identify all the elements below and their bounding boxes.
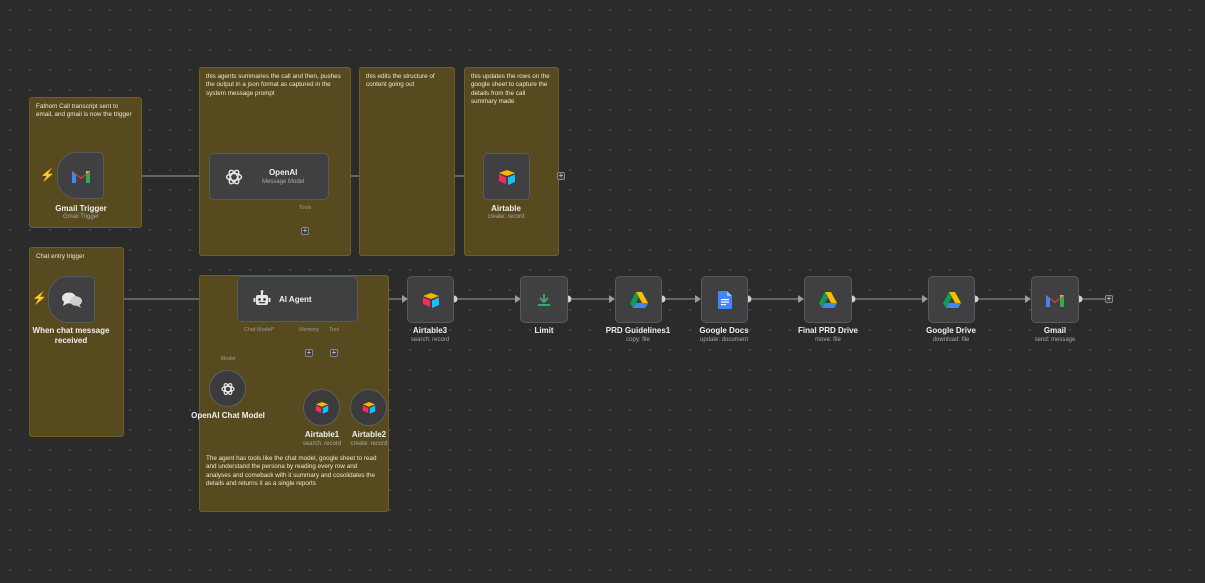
google-docs-subtitle: update: document [699,337,749,343]
airtable2-title: Airtable2 [351,430,387,439]
airtable2-subtitle: create: record [350,441,388,447]
lightning-bolt-icon: ⚡ [40,168,55,182]
chat-model-port-label: Chat Model* [243,327,275,333]
connections-layer [91,172,1106,393]
final-prd-drive-node[interactable] [804,276,852,323]
openai-icon [220,382,235,395]
add-tool-button[interactable]: + [301,227,309,235]
add-tool-button[interactable]: + [330,349,338,357]
airtable-icon [422,292,439,308]
openai-tools-label: Tools [298,205,312,211]
openai-chat-model-title: OpenAI Chat Model [191,411,265,420]
google-drive-icon [942,291,961,308]
gmail-icon [1046,294,1064,307]
lightning-bolt-icon: ⚡ [32,291,47,305]
note-text: The agent has tools like the chat model,… [206,455,377,488]
add-memory-button[interactable]: + [305,349,313,357]
sticky-note-edits[interactable]: this edits the structure of content goin… [359,67,455,256]
openai-title: OpenAI [268,168,298,177]
airtable3-subtitle: search: record [410,337,450,343]
airtable-node[interactable] [483,153,530,200]
gmail-subtitle: send: message [1034,337,1076,343]
ai-agent-title: AI Agent [279,294,312,304]
airtable1-node[interactable] [303,389,340,426]
google-drive-node[interactable] [928,276,975,323]
prd-guidelines-title: PRD Guidelines1 [605,326,671,335]
prd-guidelines-subtitle: copy: file [626,337,650,343]
airtable-icon [362,402,375,414]
prd-guidelines-node[interactable] [615,276,662,323]
model-port-label: Model [220,356,236,362]
robot-icon [253,290,271,305]
gmail-trigger-node[interactable] [57,152,104,199]
add-node-button[interactable]: + [557,172,565,180]
gmail-icon [71,170,90,183]
google-docs-icon [717,290,732,309]
note-text: Fathom Call transcript sent to email, an… [36,103,132,119]
google-drive-subtitle: download: file [932,337,970,343]
gmail-trigger-subtitle: Gmail Trigger [62,214,100,220]
openai-subtitle: Message Model [262,179,305,185]
limit-node[interactable] [520,276,568,323]
final-prd-drive-subtitle: move: file [815,337,841,343]
google-drive-title: Google Drive [926,326,976,335]
tool-port-label: Tool [328,327,340,333]
limit-title: Limit [534,326,554,335]
memory-port-label: Memory [299,327,319,333]
airtable-icon [498,169,515,185]
add-node-button[interactable]: + [1105,295,1113,303]
google-docs-title: Google Docs [699,326,749,335]
gmail-title: Gmail [1043,326,1067,335]
openai-node[interactable]: OpenAI Message Model [209,153,329,200]
openai-chat-model-node[interactable] [209,370,246,407]
chat-trigger-node[interactable] [48,276,95,323]
gmail-trigger-title: Gmail Trigger [55,204,107,213]
chat-bubbles-icon [61,292,82,308]
airtable-icon [315,402,328,414]
note-text: this edits the structure of content goin… [366,73,435,89]
airtable3-title: Airtable3 [412,326,448,335]
airtable2-node[interactable] [350,389,387,426]
note-text: this agents summaries the call and then,… [206,73,341,97]
airtable1-title: Airtable1 [304,430,340,439]
airtable3-node[interactable] [407,276,454,323]
gmail-node[interactable] [1031,276,1079,323]
airtable1-subtitle: search: record [302,441,342,447]
google-docs-node[interactable] [701,276,748,323]
note-text: this updates the rows on the google shee… [471,73,550,106]
airtable-title: Airtable [491,204,521,213]
airtable-subtitle: create: record [487,214,525,220]
limit-icon [538,293,550,306]
openai-icon [225,169,243,184]
chat-trigger-title: When chat message received [32,326,110,345]
final-prd-drive-title: Final PRD Drive [797,326,859,335]
ai-agent-node[interactable]: AI Agent [237,276,358,322]
google-drive-icon [819,291,837,308]
google-drive-icon [629,291,648,308]
note-text: Chat entry trigger [36,253,85,260]
